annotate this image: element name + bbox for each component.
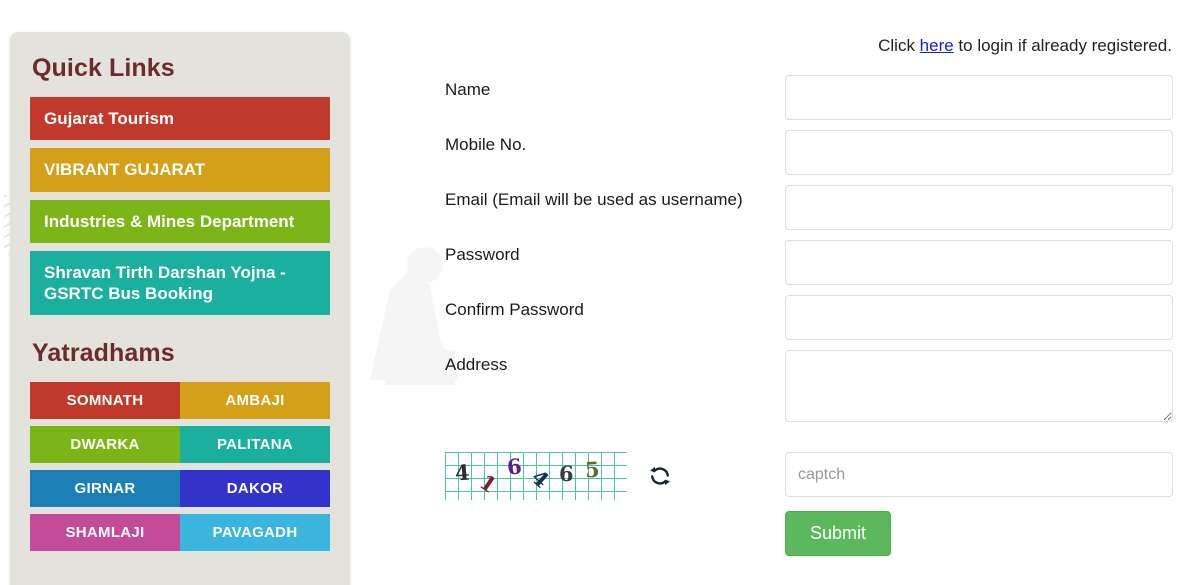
captcha-digit-2: 1 (475, 469, 502, 498)
yatradham-dakor[interactable]: DAKOR (180, 470, 330, 508)
form-row-email: Email (Email will be used as username) (445, 185, 1175, 230)
sidebar-item-vibrant-gujarat[interactable]: VIBRANT GUJARAT (30, 148, 330, 192)
registration-form: Name Mobile No. Email (Email will be use… (445, 75, 1175, 432)
password-label: Password (445, 245, 520, 264)
login-here-link[interactable]: here (920, 36, 954, 55)
quick-links-list: Gujarat Tourism VIBRANT GUJARAT Industri… (30, 97, 330, 316)
address-textarea[interactable] (785, 350, 1173, 422)
sidebar-panel: Quick Links Gujarat Tourism VIBRANT GUJA… (10, 32, 350, 585)
email-field-wrap (785, 185, 1175, 230)
yatradham-somnath[interactable]: SOMNATH (30, 382, 180, 420)
yatradhams-heading: Yatradhams (32, 339, 175, 368)
yatradham-girnar[interactable]: GIRNAR (30, 470, 180, 508)
captcha-digit-4: 4 (526, 464, 555, 493)
form-row-name: Name (445, 75, 1175, 120)
captcha-right: Submit (785, 452, 1175, 556)
sidebar-item-gujarat-tourism[interactable]: Gujarat Tourism (30, 97, 330, 141)
captcha-digit-3: 6 (505, 453, 523, 480)
mobile-label: Mobile No. (445, 135, 527, 154)
yatradham-palitana[interactable]: PALITANA (180, 426, 330, 464)
sidebar-item-industries-mines-department[interactable]: Industries & Mines Department (30, 199, 330, 243)
mobile-input[interactable] (785, 130, 1173, 175)
sidebar-item-shravan-tirth-darshan-yojna[interactable]: Shravan Tirth Darshan Yojna - GSRTC Bus … (30, 250, 330, 316)
yatradham-ambaji[interactable]: AMBAJI (180, 382, 330, 420)
login-note: Click here to login if already registere… (878, 36, 1172, 56)
captcha-image: 4 1 6 4 6 5 (445, 452, 627, 500)
captcha-left: 4 1 6 4 6 5 (445, 452, 785, 500)
name-field-wrap (785, 75, 1175, 120)
yatradhams-grid: SOMNATH AMBAJI DWARKA PALITANA GIRNAR DA… (30, 382, 330, 552)
confirm-password-input[interactable] (785, 295, 1173, 340)
form-row-address: Address (445, 350, 1175, 422)
address-label: Address (445, 355, 508, 374)
quick-links-heading: Quick Links (32, 54, 175, 82)
yatradham-dwarka[interactable]: DWARKA (30, 426, 180, 464)
submit-button[interactable]: Submit (785, 511, 892, 556)
registration-page: Quick Links Gujarat Tourism VIBRANT GUJA… (0, 0, 1204, 585)
captcha-row: 4 1 6 4 6 5 Submit (445, 452, 1175, 556)
login-note-prefix: Click (878, 36, 920, 55)
captcha-digit-6: 5 (584, 456, 601, 483)
name-input[interactable] (785, 75, 1173, 120)
form-row-confirm-password: Confirm Password (445, 295, 1175, 340)
address-field-wrap (785, 350, 1175, 422)
captcha-digit-5: 6 (558, 460, 575, 487)
yatradham-shamlaji[interactable]: SHAMLAJI (30, 514, 180, 552)
captcha-input[interactable] (785, 452, 1173, 497)
login-note-suffix: to login if already registered. (953, 36, 1172, 55)
yatradham-pavagadh[interactable]: PAVAGADH (180, 514, 330, 552)
name-label: Name (445, 80, 491, 99)
confirm-password-field-wrap (785, 295, 1175, 340)
email-input[interactable] (785, 185, 1173, 230)
confirm-password-label: Confirm Password (445, 300, 584, 319)
password-input[interactable] (785, 240, 1173, 285)
email-label: Email (Email will be used as username) (445, 190, 743, 209)
refresh-icon[interactable] (647, 463, 673, 489)
form-row-mobile: Mobile No. (445, 130, 1175, 175)
mobile-field-wrap (785, 130, 1175, 175)
password-field-wrap (785, 240, 1175, 285)
captcha-digit-1: 4 (454, 459, 471, 486)
form-row-password: Password (445, 240, 1175, 285)
